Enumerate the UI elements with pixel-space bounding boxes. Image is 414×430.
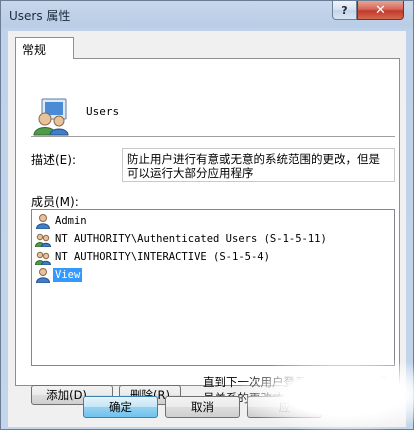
member-item-view[interactable]: View xyxy=(32,266,394,284)
dialog-client-area: 常规 Users 描述(E): 防止用户进行有意或无意的系统范围的更改，但是可以… xyxy=(8,31,406,427)
users-properties-dialog: Users 属性 ? ✕ 常规 Users 描述(E): 防止用户进行有意或无意… xyxy=(0,0,414,430)
window-title: Users 属性 xyxy=(9,9,71,23)
member-item-authenticated-users[interactable]: NT AUTHORITY\Authenticated Users (S-1-5-… xyxy=(32,230,394,248)
member-name: NT AUTHORITY\INTERACTIVE (S-1-5-4) xyxy=(55,251,270,263)
member-name: View xyxy=(53,268,83,282)
group-name: Users xyxy=(86,105,120,118)
group-icon xyxy=(35,233,51,247)
apply-button[interactable]: 应 xyxy=(247,396,322,418)
close-button[interactable]: ✕ xyxy=(357,1,404,20)
cancel-button[interactable]: 取消 xyxy=(165,396,240,418)
member-item-admin[interactable]: Admin xyxy=(32,212,394,230)
member-name: Admin xyxy=(55,215,87,227)
description-field[interactable]: 防止用户进行有意或无意的系统范围的更改，但是可以运行大部分应用程序 xyxy=(122,148,395,182)
members-label: 成员(M): xyxy=(31,195,79,209)
help-button[interactable]: ? xyxy=(332,1,357,20)
separator xyxy=(31,136,395,138)
description-label: 描述(E): xyxy=(31,153,76,167)
members-list[interactable]: Admin NT AUTHORITY\Authenticated Users (… xyxy=(31,209,395,366)
users-group-icon xyxy=(33,98,69,136)
member-name: NT AUTHORITY\Authenticated Users (S-1-5-… xyxy=(55,233,327,245)
member-item-interactive[interactable]: NT AUTHORITY\INTERACTIVE (S-1-5-4) xyxy=(32,248,394,266)
user-icon xyxy=(35,268,51,283)
group-icon xyxy=(35,251,51,265)
title-bar[interactable]: Users 属性 ? ✕ xyxy=(1,1,413,29)
user-icon xyxy=(35,214,51,229)
general-tab-panel: Users 描述(E): 防止用户进行有意或无意的系统范围的更改，但是可以运行大… xyxy=(15,58,400,405)
ok-button[interactable]: 确定 xyxy=(83,396,158,418)
tab-general[interactable]: 常规 xyxy=(15,37,74,59)
